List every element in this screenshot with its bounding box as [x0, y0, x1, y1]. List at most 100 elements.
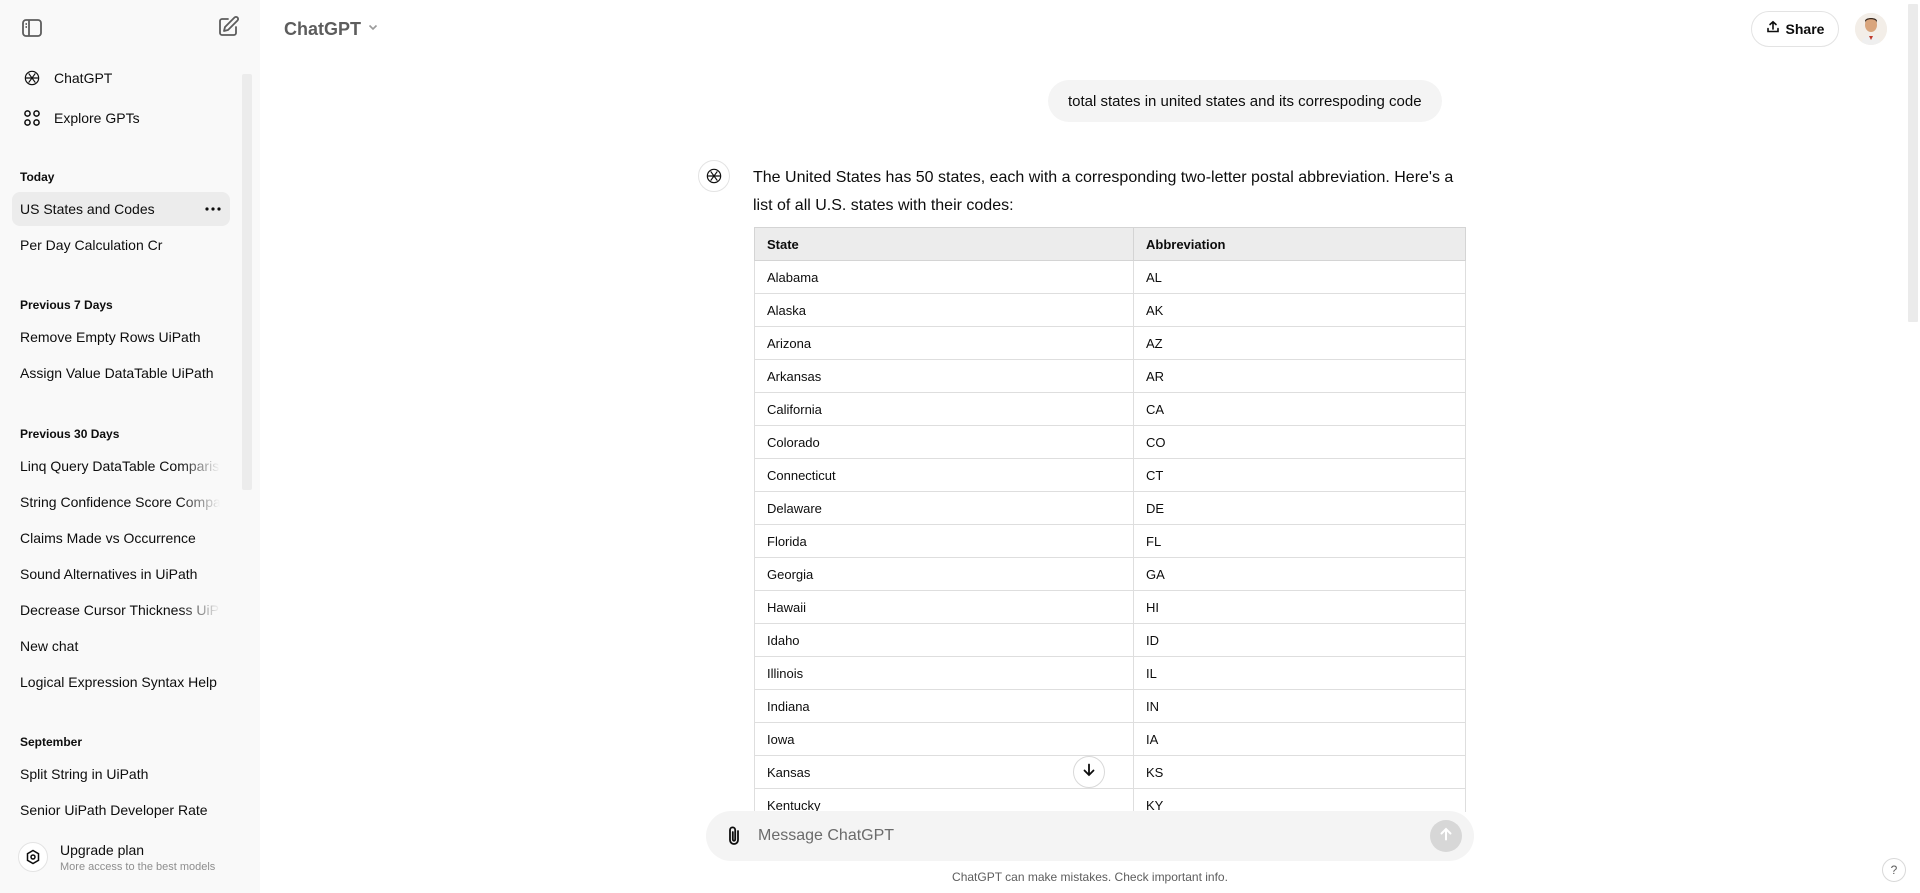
abbreviation-cell: IA [1133, 722, 1466, 756]
history-item[interactable]: US States and Codes [12, 192, 230, 226]
states-table: State Abbreviation Alabama AL Alaska AK Ar… [754, 227, 1466, 812]
assistant-message: The United States has 50 states, each wi… [753, 169, 1454, 214]
sidebar-scrollbar[interactable] [242, 74, 252, 490]
table-row: Delaware DE [754, 491, 1466, 525]
send-button[interactable] [1430, 820, 1462, 852]
more-options-icon[interactable] [204, 201, 222, 217]
sidebar-item-label: ChatGPT [54, 70, 113, 86]
column-header-state: State [754, 227, 1134, 261]
main-scrollbar-thumb[interactable] [1908, 4, 1918, 322]
state-cell: Alaska [754, 293, 1134, 327]
user-message: total states in united states and its co… [1048, 80, 1442, 122]
history-item-label: Assign Value DataTable UiPath [20, 365, 214, 381]
state-cell: Florida [754, 524, 1134, 558]
message-composer [706, 811, 1474, 861]
arrow-up-icon [1438, 826, 1454, 847]
abbreviation-cell: IL [1133, 656, 1466, 690]
history-item[interactable]: Per Day Calculation Cr [12, 228, 230, 262]
table-row: Alaska AK [754, 293, 1466, 327]
top-bar: ChatGPT Share [260, 0, 1920, 56]
abbreviation-cell: AL [1133, 260, 1466, 294]
share-upload-icon [1766, 20, 1780, 39]
sidebar-item-chatgpt[interactable]: ChatGPT [12, 60, 234, 96]
state-cell: Georgia [754, 557, 1134, 591]
history-item[interactable]: Assign Value DataTable UiPath [12, 356, 230, 390]
table-row: Georgia GA [754, 557, 1466, 591]
paperclip-icon[interactable] [722, 823, 746, 849]
history-item-label: Decrease Cursor Thickness UiPat [20, 602, 220, 618]
table-header-row: State Abbreviation [754, 227, 1466, 261]
section-title-today: Today [20, 170, 55, 184]
sidebar-history[interactable]: ChatGPT Explore GPTs Today US States and… [0, 56, 260, 826]
history-item-label: Claims Made vs Occurrence [20, 530, 196, 546]
abbreviation-cell: AZ [1133, 326, 1466, 360]
history-item-label: Sound Alternatives in UiPath [20, 566, 198, 582]
history-item-label: Logical Expression Syntax Help [20, 674, 217, 690]
help-button[interactable]: ? [1882, 858, 1906, 882]
history-item-label: Linq Query DataTable Compariso [20, 458, 220, 474]
table-row: Illinois IL [754, 656, 1466, 690]
abbreviation-cell: HI [1133, 590, 1466, 624]
history-item[interactable]: String Confidence Score Compar [12, 485, 230, 519]
state-cell: Iowa [754, 722, 1134, 756]
table-row: Connecticut CT [754, 458, 1466, 492]
abbreviation-cell: CA [1133, 392, 1466, 426]
share-button[interactable]: Share [1751, 11, 1839, 47]
state-cell: Colorado [754, 425, 1134, 459]
states-table-container: State Abbreviation Alabama AL Alaska AK Ar… [754, 227, 1466, 812]
history-item[interactable]: Senior UiPath Developer Rate [12, 793, 230, 826]
history-item[interactable]: Sound Alternatives in UiPath [12, 557, 230, 591]
sidebar-item-explore-gpts[interactable]: Explore GPTs [12, 100, 234, 136]
abbreviation-cell: CT [1133, 458, 1466, 492]
message-input[interactable] [758, 821, 1398, 851]
abbreviation-cell: ID [1133, 623, 1466, 657]
state-cell: Indiana [754, 689, 1134, 723]
share-label: Share [1785, 21, 1825, 37]
history-item-label: String Confidence Score Compar [20, 494, 220, 510]
table-row: Iowa IA [754, 722, 1466, 756]
table-row: Kentucky KY [754, 788, 1466, 812]
history-item[interactable]: Split String in UiPath [12, 757, 230, 791]
chevron-down-icon [367, 20, 379, 38]
table-row: Alabama AL [754, 260, 1466, 294]
state-cell: Kentucky [754, 788, 1134, 812]
abbreviation-cell: FL [1133, 524, 1466, 558]
upgrade-text: Upgrade plan More access to the best mod… [60, 842, 215, 873]
state-cell: California [754, 392, 1134, 426]
table-row: Indiana IN [754, 689, 1466, 723]
upgrade-plan-button[interactable]: Upgrade plan More access to the best mod… [12, 833, 248, 881]
table-row: Arizona AZ [754, 326, 1466, 360]
history-item-label: Remove Empty Rows UiPath [20, 329, 201, 345]
avatar[interactable] [1855, 13, 1887, 45]
history-item[interactable]: Logical Expression Syntax Help [12, 665, 230, 699]
history-item[interactable]: New chat [12, 629, 230, 663]
new-chat-icon[interactable] [216, 15, 240, 39]
section-title-previous-7-days: Previous 7 Days [20, 298, 113, 312]
table-row: California CA [754, 392, 1466, 426]
history-item-label: Senior UiPath Developer Rate [20, 802, 208, 818]
scroll-to-bottom-button[interactable] [1073, 756, 1105, 788]
sidebar-header [0, 0, 260, 56]
model-name: ChatGPT [284, 18, 362, 39]
history-item-label: New chat [20, 638, 79, 654]
abbreviation-cell: CO [1133, 425, 1466, 459]
state-cell: Delaware [754, 491, 1134, 525]
history-item[interactable]: Claims Made vs Occurrence [12, 521, 230, 555]
history-item[interactable]: Remove Empty Rows UiPath [12, 320, 230, 354]
openai-logo-icon [698, 160, 730, 192]
upgrade-title: Upgrade plan [60, 841, 145, 858]
section-title-previous-30-days: Previous 30 Days [20, 427, 120, 441]
table-row: Arkansas AR [754, 359, 1466, 393]
abbreviation-cell: IN [1133, 689, 1466, 723]
model-selector[interactable]: ChatGPT [284, 14, 379, 44]
table-row: Kansas KS [754, 755, 1466, 789]
sidebar-toggle-icon[interactable] [20, 16, 44, 40]
section-title-september: September [20, 735, 83, 749]
abbreviation-cell: AR [1133, 359, 1466, 393]
history-item[interactable]: Linq Query DataTable Compariso [12, 449, 230, 483]
history-item[interactable]: Decrease Cursor Thickness UiPat [12, 593, 230, 627]
upgrade-subtitle: More access to the best models [60, 860, 216, 873]
state-cell: Connecticut [754, 458, 1134, 492]
abbreviation-cell: KY [1133, 788, 1466, 812]
sidebar-item-label: Explore GPTs [54, 110, 140, 126]
